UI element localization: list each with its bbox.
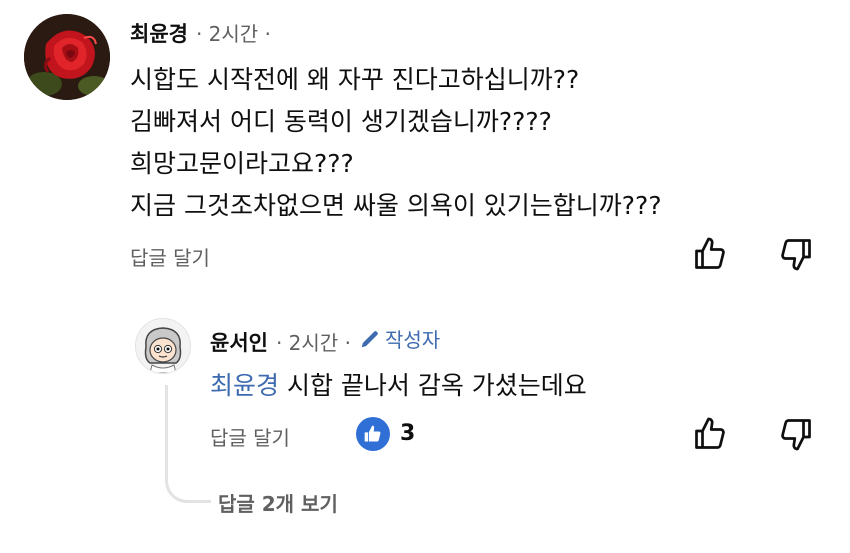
rose-avatar-icon — [24, 14, 110, 100]
reply-text: 최윤경 시합 끝나서 감옥 가셨는데요 — [210, 366, 587, 402]
reply-header: 윤서인 · 2시간 · 작성자 — [210, 324, 440, 357]
view-replies-button[interactable]: 답글 2개 보기 — [218, 488, 338, 517]
thumbs-up-icon — [695, 237, 725, 269]
comment-header: 최윤경 · 2시간 · — [130, 18, 271, 48]
reply-mention-link[interactable]: 최윤경 — [210, 371, 279, 400]
cartoon-avatar-icon — [136, 319, 190, 373]
comment-like-button[interactable] — [692, 236, 728, 272]
thumbs-up-icon — [695, 417, 725, 449]
comment-time[interactable]: · 2시간 · — [196, 18, 271, 47]
comment-line-4: 지금 그것조차없으면 싸울 의욕이 있기는합니까??? — [130, 191, 662, 220]
reply-reply-button[interactable]: 답글 달기 — [210, 422, 290, 451]
commenter-avatar[interactable] — [24, 14, 110, 100]
comment-dislike-button[interactable] — [778, 236, 814, 272]
thumbs-down-icon — [781, 239, 811, 271]
reply-body: 시합 끝나서 감옥 가셨는데요 — [279, 371, 587, 400]
comment-line-3: 희망고문이라고요??? — [130, 149, 354, 178]
comment-line-1: 시합도 시작전에 왜 자꾸 진다고하십니까?? — [130, 65, 580, 94]
creator-badge: 작성자 — [359, 324, 440, 353]
reply-like-count: 3 — [400, 421, 416, 446]
reply-author[interactable]: 윤서인 — [210, 327, 268, 357]
pencil-icon — [361, 330, 378, 347]
comment-author[interactable]: 최윤경 — [130, 18, 188, 48]
thumbs-down-icon — [781, 419, 811, 451]
comment-reply-button[interactable]: 답글 달기 — [130, 242, 210, 271]
thumbs-up-filled-icon — [364, 425, 381, 442]
creator-label: 작성자 — [384, 328, 441, 352]
reply-time[interactable]: · 2시간 · — [276, 327, 351, 356]
reply-like-button[interactable] — [692, 416, 728, 452]
like-count-badge — [356, 417, 390, 451]
reply-dislike-button[interactable] — [778, 416, 814, 452]
comment-line-2: 김빠져서 어디 동력이 생기겠습니까???? — [130, 107, 552, 136]
reply-avatar[interactable] — [135, 318, 191, 374]
thread-connector-line — [165, 385, 211, 503]
